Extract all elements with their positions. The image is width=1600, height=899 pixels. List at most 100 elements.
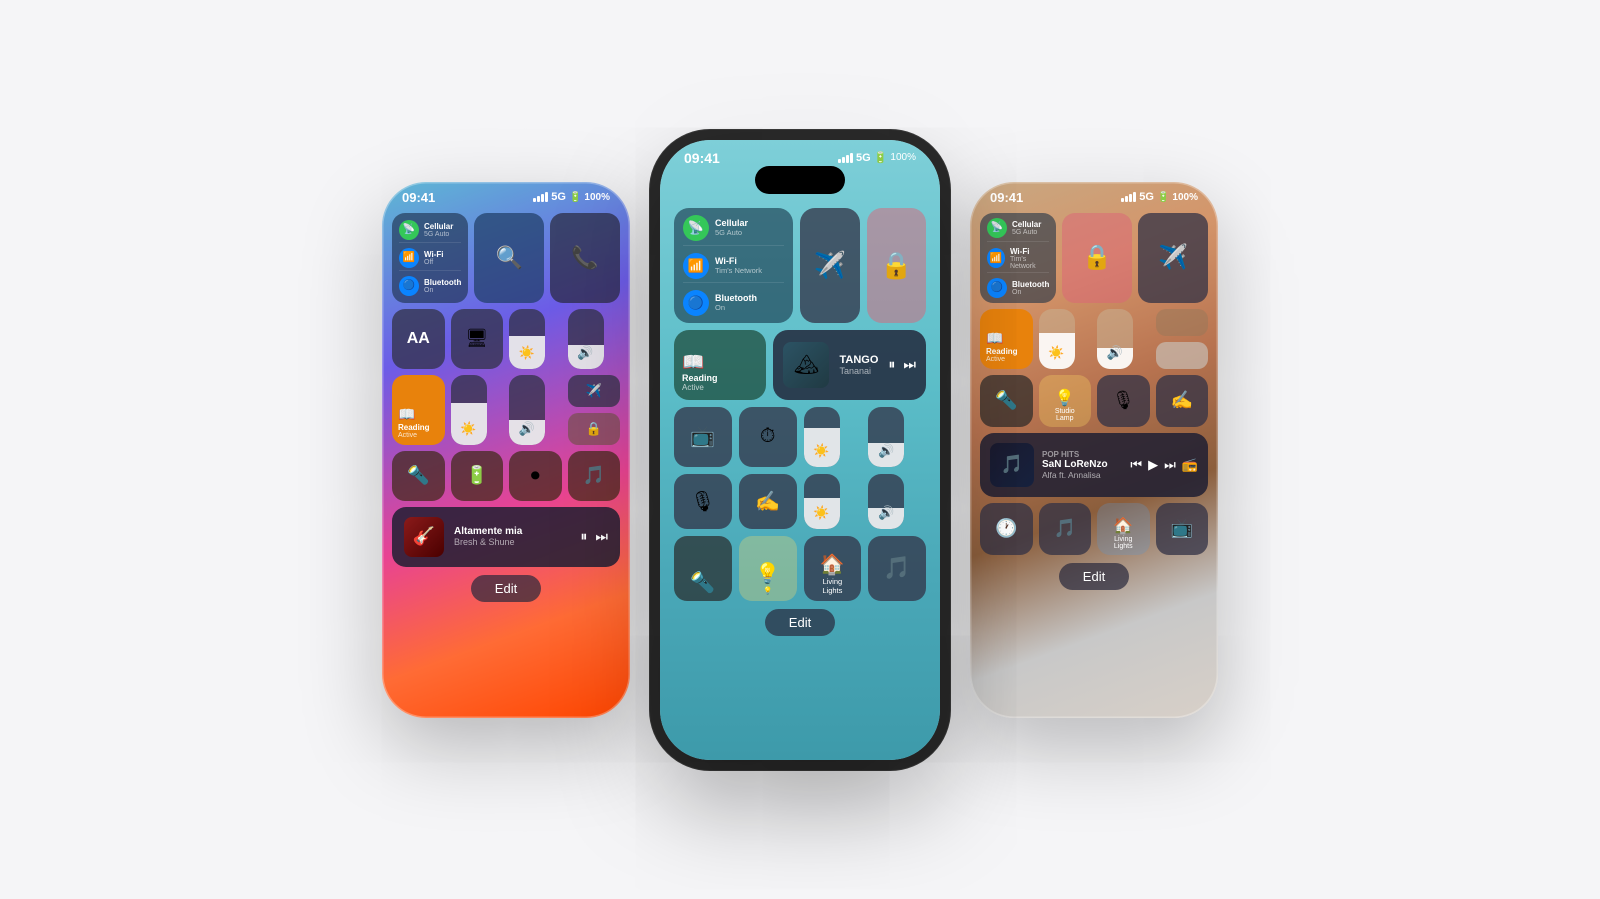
sound-rec-icon-center: 🎙 — [690, 489, 715, 514]
brightness-slider-center[interactable]: ☀️ — [804, 407, 840, 467]
volume-slider-center[interactable]: 🔊 — [868, 407, 904, 467]
cellular-row-right[interactable]: 📡 Cellular 5G Auto — [987, 218, 1049, 242]
signature-right[interactable]: ✍️ — [1156, 375, 1209, 427]
music-info-right: POP HITS SaN LoReNzo Alfa ft. Annalisa — [1042, 450, 1122, 480]
phones-container: 09:41 5G 🔋 100% 📡 — [382, 140, 1218, 760]
brightness-large-center[interactable]: ☀️ — [804, 474, 840, 529]
bt-name-left: Bluetooth — [424, 278, 461, 287]
cellular-icon-left: 📡 — [399, 220, 419, 240]
music-art-right: 🎵 — [990, 443, 1034, 487]
reading-icon-center: 📖 — [682, 352, 758, 373]
flashlight-icon-left: 🔦 — [407, 465, 429, 486]
center-top-row: 📡 Cellular 5G Auto 📶 Wi-Fi Tim's Network — [674, 208, 926, 323]
airplane-tile-left[interactable]: ✈️ — [568, 375, 621, 407]
wifi-row-left[interactable]: 📶 Wi-Fi Off — [399, 246, 461, 271]
screen-mirror-right[interactable]: 📺 — [1156, 503, 1209, 555]
lock-tile-right[interactable]: 🔒 — [1062, 213, 1132, 303]
flashlight-center[interactable]: 🔦 — [674, 536, 732, 601]
brightness-slider2-left[interactable]: ☀️ — [451, 375, 487, 445]
phone-center: 09:41 5G 🔋 100% 📡 — [660, 140, 940, 760]
studio-lamp-center[interactable]: 💡 💡 — [739, 536, 797, 601]
shazam-tile-right[interactable]: 🎵 — [1039, 503, 1092, 555]
empty-tile-right — [1156, 309, 1209, 336]
studio-lamp-right[interactable]: 💡 StudioLamp — [1039, 375, 1092, 427]
flashlight-tile-left[interactable]: 🔦 — [392, 451, 445, 501]
reading-tile-right[interactable]: 📖 Reading Active — [980, 309, 1033, 369]
signature-tile-center[interactable]: ✍️ — [739, 474, 797, 529]
shazam-icon-right: 🎵 — [1054, 518, 1076, 539]
studio-lamp-label-right: StudioLamp — [1055, 408, 1075, 422]
music-player-left[interactable]: 🎸 Altamente mia Bresh & Shune ⏸ ⏭ — [392, 507, 620, 567]
living-lights-center[interactable]: 🏠 LivingLights — [804, 536, 862, 601]
bt-row-left[interactable]: 🔵 Bluetooth On — [399, 274, 461, 298]
reading-tile-center[interactable]: 📖 Reading Active — [674, 330, 766, 400]
music-player-center[interactable]: 🏔 TANGO Tananai ⏸ ⏭ — [773, 330, 926, 400]
volume-slider-right[interactable]: 🔊 — [1097, 309, 1133, 369]
lock-tile-left[interactable]: 🔒 — [568, 413, 621, 445]
battery2-icon-left: 🔋 — [466, 465, 488, 486]
airplay-right[interactable]: 📻 — [1182, 457, 1198, 473]
edit-btn-right[interactable]: Edit — [1059, 563, 1129, 590]
edit-btn-left[interactable]: Edit — [471, 575, 541, 602]
volume-slider-left[interactable]: 🔊 — [568, 309, 604, 369]
screen-mirror-tile[interactable]: 🖥 — [451, 309, 504, 369]
battery-tile-left[interactable]: 🔋 — [451, 451, 504, 501]
reading-label-left: Reading — [398, 423, 439, 432]
airplane-tile-right[interactable]: ✈️ — [1138, 213, 1208, 303]
volume-icon-center: 🔊 — [878, 443, 894, 467]
prev-track-right[interactable]: ⏮ — [1130, 457, 1142, 473]
flashlight-tile-right[interactable]: 🔦 — [980, 375, 1033, 427]
living-lights-label-center: LivingLights — [822, 577, 842, 595]
cellular-row-left[interactable]: 📡 Cellular 5G Auto — [399, 218, 461, 243]
search-tile-left[interactable]: 🔍 — [474, 213, 544, 303]
cellular-text-center: Cellular 5G Auto — [715, 218, 748, 237]
shazam-center[interactable]: 🎵 — [868, 536, 926, 601]
screen-mirror-center[interactable]: 📺 — [674, 407, 732, 467]
airplane-tile-center[interactable]: ✈️ — [800, 208, 860, 323]
screen-mirror-icon-right: 📺 — [1171, 518, 1193, 539]
brightness-slider-right[interactable]: ☀️ — [1039, 309, 1075, 369]
bt-icon-left: 🔵 — [399, 276, 419, 296]
conn-block-center: 📡 Cellular 5G Auto 📶 Wi-Fi Tim's Network — [674, 208, 793, 323]
next-track-center[interactable]: ⏭ — [903, 356, 916, 373]
bar1 — [533, 198, 536, 202]
next-track-right[interactable]: ⏭ — [1164, 457, 1176, 473]
play-pause-left[interactable]: ⏸ — [580, 528, 587, 545]
lock-icon-left: 🔒 — [586, 421, 602, 437]
next-track-left[interactable]: ⏭ — [595, 528, 608, 545]
cellular-icon-right: 📡 — [987, 218, 1007, 238]
reading-tile-left[interactable]: 📖 Reading Active — [392, 375, 445, 445]
brightness-icon-left: ☀️ — [519, 345, 535, 369]
studio-lamp-label-center: 💡 — [763, 586, 772, 595]
living-lights-right[interactable]: 🏠 LivingLights — [1097, 503, 1150, 555]
voicemail-tile-left[interactable]: 📞 — [550, 213, 620, 303]
shazam-tile-left[interactable]: 🎵 — [568, 451, 621, 501]
bt-row-center[interactable]: 🔵 Bluetooth On — [683, 287, 784, 316]
reading-icon-right: 📖 — [986, 330, 1027, 347]
edit-btn-center[interactable]: Edit — [765, 609, 835, 636]
brightness-large-icon: ☀️ — [813, 505, 829, 529]
music-art-left: 🎸 — [404, 517, 444, 557]
music-player-right[interactable]: 🎵 POP HITS SaN LoReNzo Alfa ft. Annalisa… — [980, 433, 1208, 497]
text-size-tile[interactable]: AA — [392, 309, 445, 369]
bar2 — [537, 196, 540, 202]
volume-slider2-left[interactable]: 🔊 — [509, 375, 545, 445]
timer-tile-center[interactable]: ⏱ — [739, 407, 797, 467]
bt-text-left: Bluetooth On — [424, 278, 461, 294]
center-bottom-row: 🎙 ✍️ ☀️ 🔊 — [674, 474, 926, 529]
recents-tile-right[interactable]: 🕐 — [980, 503, 1033, 555]
play-pause-right[interactable]: ▶ — [1148, 457, 1158, 473]
sound-rec-tile-center[interactable]: 🎙 — [674, 474, 732, 529]
wifi-row-right[interactable]: 📶 Wi-Fi Tim's Network — [987, 245, 1049, 273]
sound-rec-right[interactable]: 🎙 — [1097, 375, 1150, 427]
cellular-text-right: Cellular 5G Auto — [1012, 220, 1041, 236]
lock-tile-center[interactable]: 🔒 — [867, 208, 927, 323]
record-tile-left[interactable]: ⏺ — [509, 451, 562, 501]
play-pause-center[interactable]: ⏸ — [888, 356, 895, 373]
brightness-slider-left[interactable]: ☀️ — [509, 309, 545, 369]
wifi-row-center[interactable]: 📶 Wi-Fi Tim's Network — [683, 250, 784, 283]
cellular-row-center[interactable]: 📡 Cellular 5G Auto — [683, 215, 784, 246]
screen-mirror-icon: 🖥 — [465, 328, 488, 349]
volume-large-center[interactable]: 🔊 — [868, 474, 904, 529]
bt-row-right[interactable]: 🔵 Bluetooth On — [987, 276, 1049, 298]
